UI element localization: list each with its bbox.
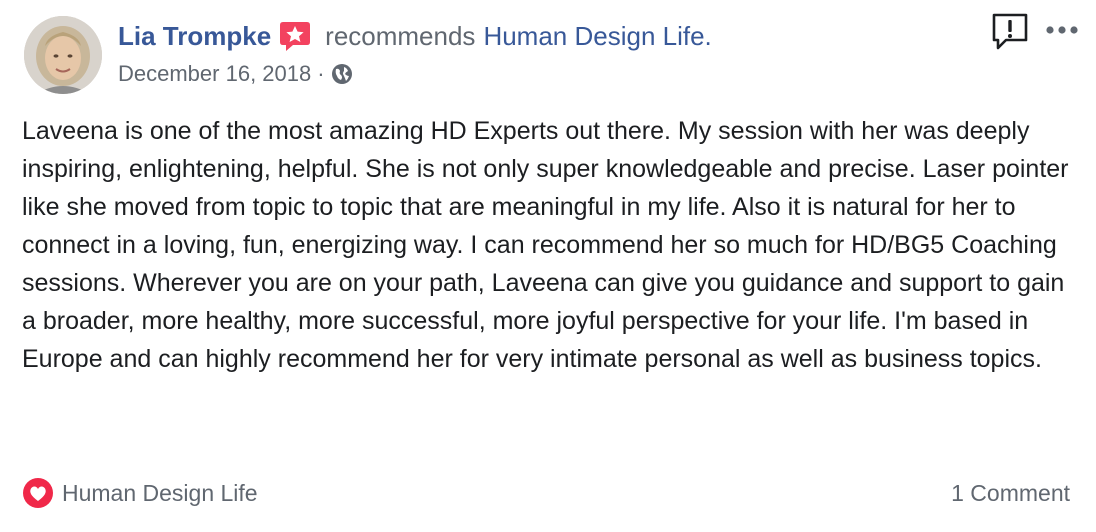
reaction-page-name: Human Design Life [62, 479, 258, 506]
post-body-text: Laveena is one of the most amazing HD Ex… [22, 117, 1069, 373]
post-meta: December 16, 2018 · [118, 60, 353, 88]
post-date-link[interactable]: December 16, 2018 [118, 61, 311, 87]
author-avatar[interactable] [24, 16, 102, 94]
comments-count-link[interactable]: 1 Comment [951, 476, 1070, 510]
recommends-text: recommends [325, 20, 476, 51]
author-name-link[interactable]: Lia Trompke [118, 21, 271, 52]
globe-icon[interactable] [331, 63, 353, 85]
recommend-star-icon [279, 20, 311, 52]
post-header-line: Lia Trompke recommends Human Design Life… [118, 18, 712, 54]
page-name-link[interactable]: Human Design Life. [483, 21, 711, 52]
report-exclamation-icon[interactable] [990, 12, 1030, 52]
reactions-summary[interactable]: Human Design Life [22, 476, 258, 510]
meta-separator: · [317, 61, 325, 86]
more-options-icon[interactable] [1044, 22, 1080, 38]
recommendation-post: Lia Trompke recommends Human Design Life… [0, 0, 1096, 532]
heart-reaction-icon [22, 477, 54, 509]
